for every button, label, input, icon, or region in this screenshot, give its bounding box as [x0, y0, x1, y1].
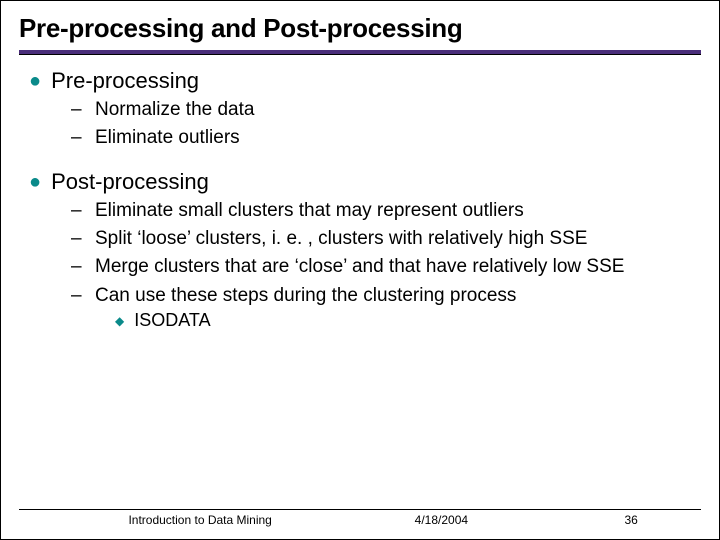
bullet-level2: – Split ‘loose’ clusters, i. e. , cluste…: [71, 227, 693, 251]
dash-icon: –: [71, 255, 83, 279]
diamond-icon: ◆: [115, 314, 124, 328]
list-item-text: Can use these steps during the clusterin…: [95, 284, 516, 308]
disc-icon: ●: [29, 68, 41, 94]
list-item-text: Split ‘loose’ clusters, i. e. , clusters…: [95, 227, 587, 251]
footer-left: Introduction to Data Mining: [21, 513, 319, 527]
footer-rule: [19, 509, 701, 510]
list-item-text: Eliminate small clusters that may repres…: [95, 199, 524, 223]
footer-page-number: 36: [563, 513, 699, 527]
bullet-level3: ◆ ISODATA: [115, 310, 693, 331]
list-item-text: Normalize the data: [95, 98, 254, 122]
bullet-level2: – Merge clusters that are ‘close’ and th…: [71, 255, 693, 279]
dash-icon: –: [71, 284, 83, 308]
bullet-level2: – Eliminate small clusters that may repr…: [71, 199, 693, 223]
section-heading: Post-processing: [51, 169, 209, 195]
footer-date: 4/18/2004: [319, 513, 563, 527]
footer-row: Introduction to Data Mining 4/18/2004 36: [19, 513, 701, 527]
dash-icon: –: [71, 199, 83, 223]
slide: Pre-processing and Post-processing ● Pre…: [0, 0, 720, 540]
slide-title: Pre-processing and Post-processing: [19, 13, 701, 44]
dash-icon: –: [71, 126, 83, 150]
list-item-text: ISODATA: [134, 310, 210, 331]
bullet-level2: – Normalize the data: [71, 98, 693, 122]
disc-icon: ●: [29, 169, 41, 195]
bullet-level1: ● Pre-processing: [23, 68, 693, 94]
content-area: ● Pre-processing – Normalize the data – …: [19, 68, 701, 331]
bullet-level2: – Eliminate outliers: [71, 126, 693, 150]
title-rule: [19, 50, 701, 54]
bullet-level1: ● Post-processing: [23, 169, 693, 195]
bullet-level2: – Can use these steps during the cluster…: [71, 284, 693, 308]
list-item-text: Merge clusters that are ‘close’ and that…: [95, 255, 624, 279]
dash-icon: –: [71, 227, 83, 251]
footer: Introduction to Data Mining 4/18/2004 36: [19, 509, 701, 527]
section-heading: Pre-processing: [51, 68, 199, 94]
dash-icon: –: [71, 98, 83, 122]
list-item-text: Eliminate outliers: [95, 126, 240, 150]
